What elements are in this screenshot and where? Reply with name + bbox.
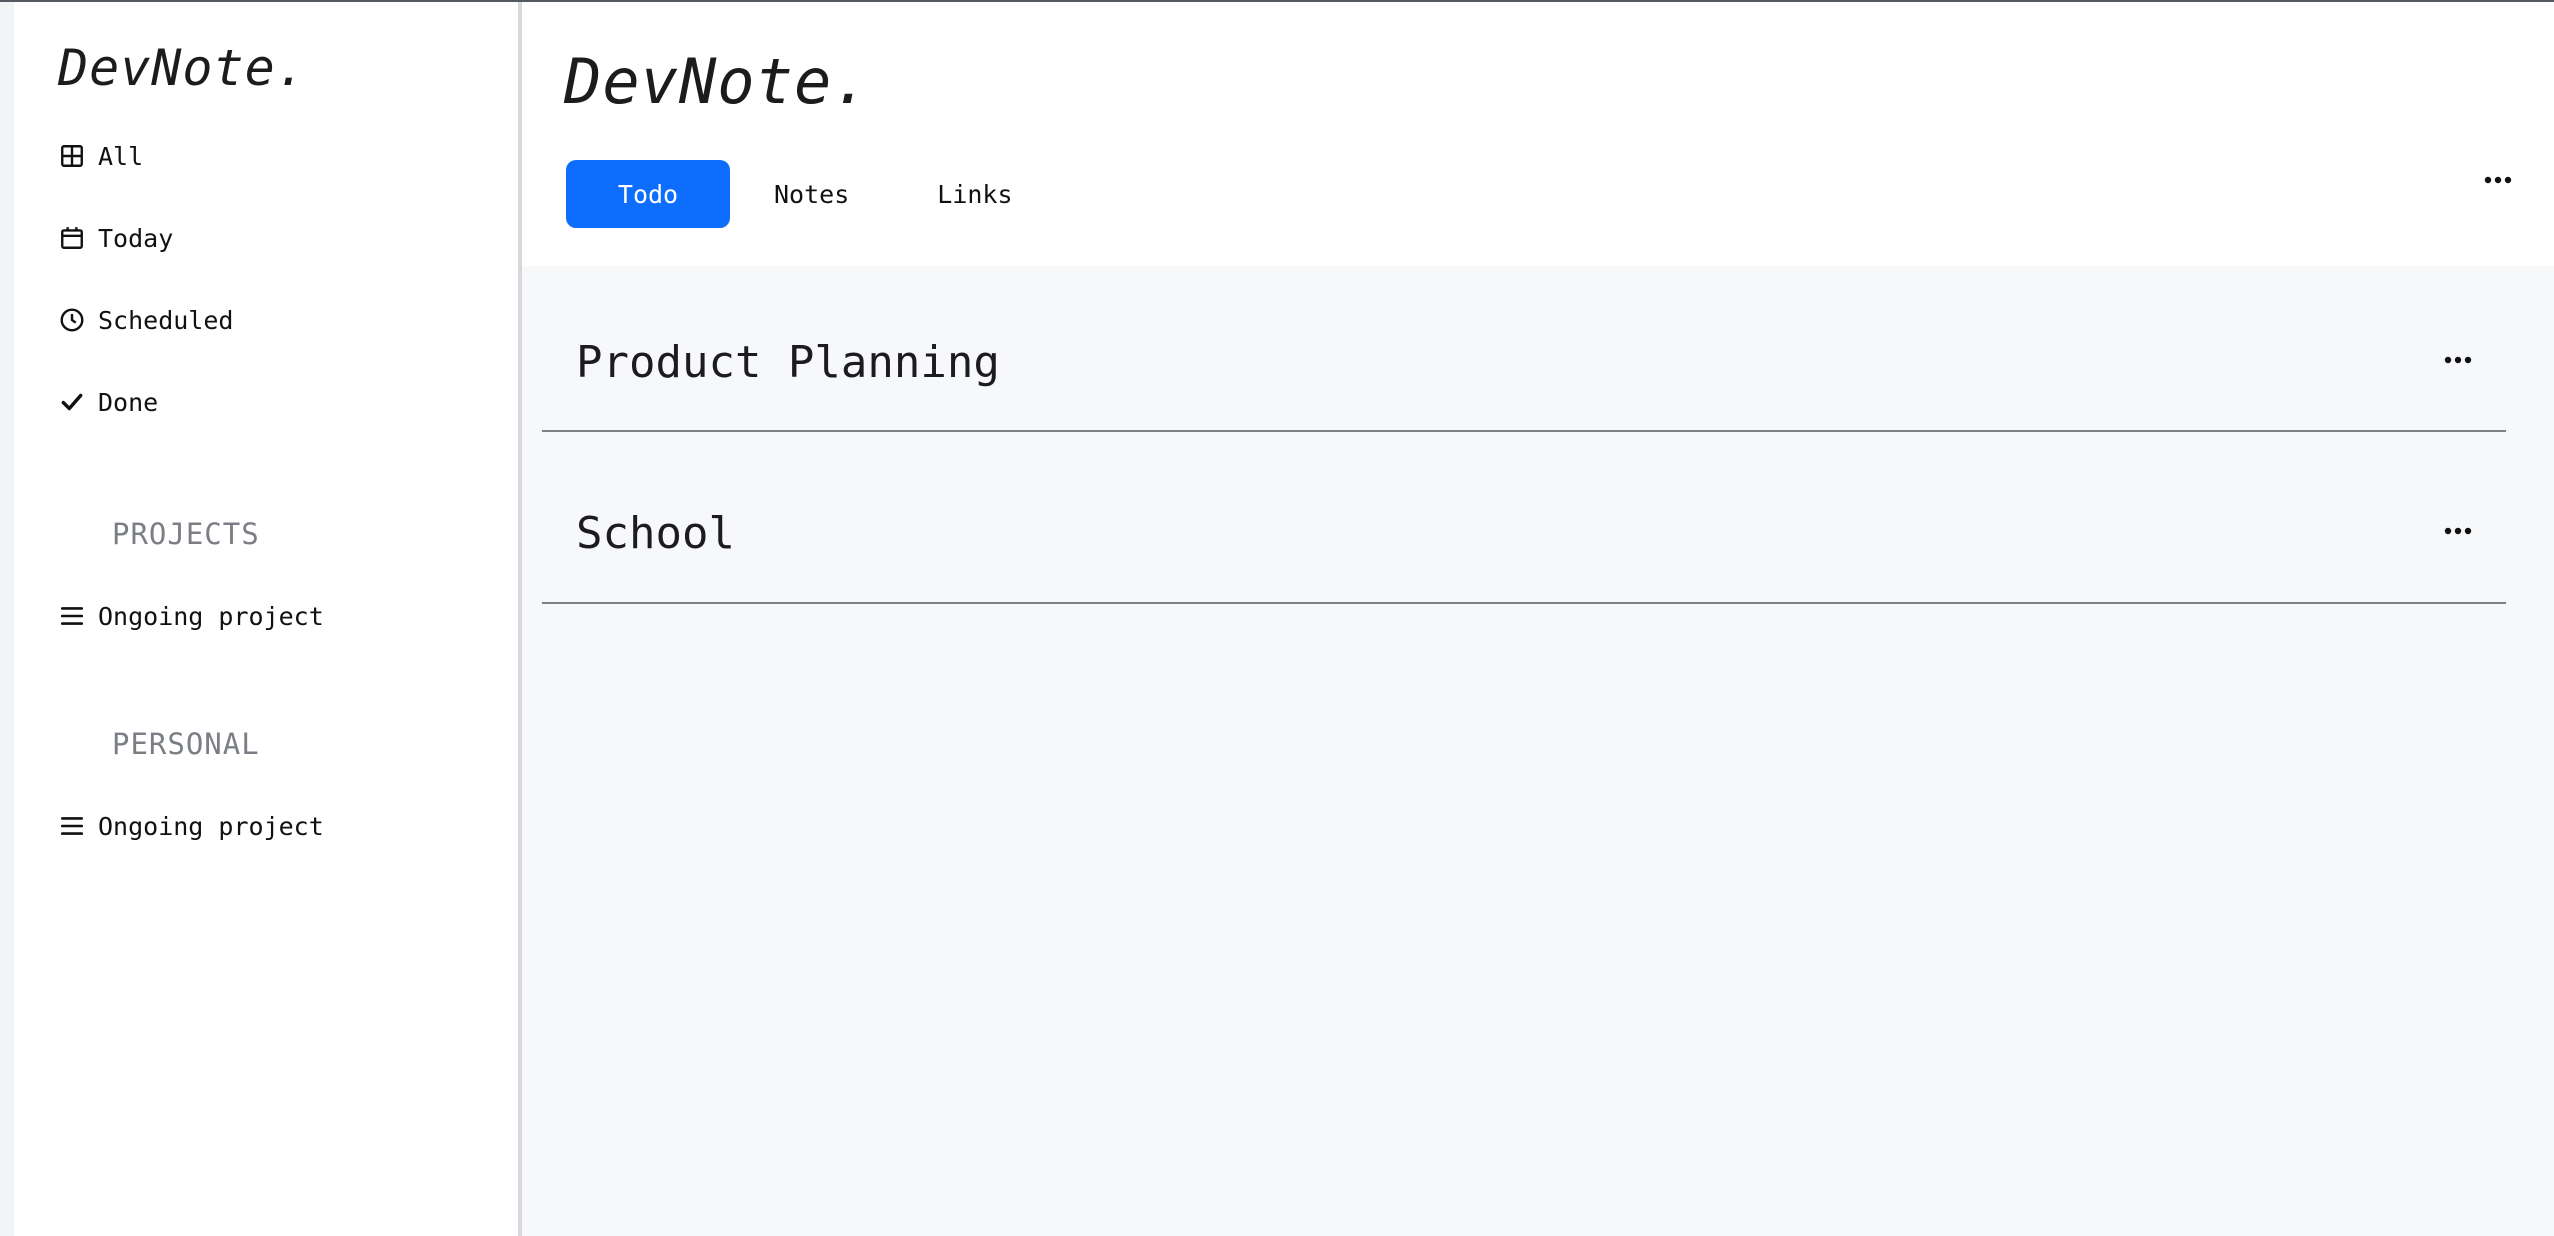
grid-icon: [58, 142, 86, 170]
tab-bar: Todo Notes Links: [566, 160, 1057, 228]
list-item[interactable]: Product Planning: [542, 260, 2506, 432]
project-title: School: [576, 508, 735, 559]
sidebar-item-label: Today: [98, 223, 174, 253]
tab-notes[interactable]: Notes: [730, 160, 893, 228]
sidebar-item-personal-project[interactable]: Ongoing project: [58, 806, 324, 846]
tab-links[interactable]: Links: [893, 160, 1056, 228]
sidebar-item-project[interactable]: Ongoing project: [58, 596, 324, 636]
ellipsis-icon: [2444, 356, 2472, 364]
sidebar-logo: DevNote.: [58, 39, 307, 97]
page-title: DevNote.: [564, 45, 871, 118]
main-content: DevNote. Todo Notes Links Product Planni…: [522, 2, 2554, 1236]
header-more-button[interactable]: [2476, 168, 2520, 192]
sidebar-item-label: Ongoing project: [98, 811, 324, 841]
clock-icon: [58, 306, 86, 334]
sidebar-item-done[interactable]: Done: [58, 382, 158, 422]
section-title-personal: PERSONAL: [112, 727, 260, 761]
sidebar-item-label: All: [98, 141, 144, 171]
list-item[interactable]: School: [542, 432, 2506, 604]
ellipsis-icon: [2444, 527, 2472, 535]
project-title: Product Planning: [576, 337, 1000, 388]
sidebar-item-today[interactable]: Today: [58, 218, 173, 258]
list-icon: [58, 812, 86, 840]
sidebar-item-label: Done: [98, 387, 159, 417]
sidebar-item-label: Ongoing project: [98, 601, 324, 631]
tab-todo[interactable]: Todo: [566, 160, 730, 228]
list-icon: [58, 602, 86, 630]
project-more-button[interactable]: [2436, 348, 2480, 372]
section-title-projects: PROJECTS: [112, 517, 260, 551]
check-icon: [58, 388, 86, 416]
main-header: DevNote. Todo Notes Links: [522, 2, 2554, 266]
ellipsis-icon: [2484, 176, 2512, 184]
project-more-button[interactable]: [2436, 519, 2480, 543]
sidebar: DevNote. All Today Scheduled Done PROJEC…: [0, 2, 522, 1236]
calendar-icon: [58, 224, 86, 252]
sidebar-item-all[interactable]: All: [58, 136, 143, 176]
sidebar-item-label: Scheduled: [98, 305, 234, 335]
sidebar-item-scheduled[interactable]: Scheduled: [58, 300, 233, 340]
app-window: DevNote. All Today Scheduled Done PROJEC…: [0, 0, 2554, 1236]
